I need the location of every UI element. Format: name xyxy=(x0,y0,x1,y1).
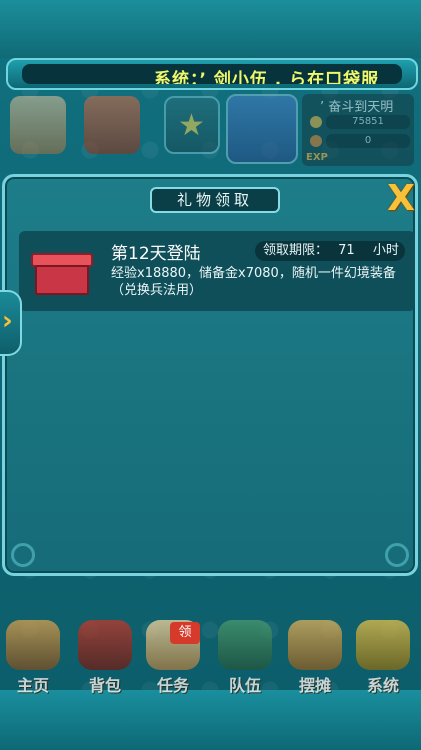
exp-label: EXP xyxy=(306,152,328,163)
deadline-value: 71 xyxy=(338,243,355,258)
corner-ornament xyxy=(385,543,409,567)
deadline-unit: 小时 xyxy=(372,243,399,258)
menu-label: 背包 xyxy=(88,676,121,695)
system-message-track: 系统：’ 剑小伍 . ら在口袋服 xyxy=(22,64,402,84)
close-button[interactable]: X xyxy=(383,181,419,217)
menu-item-stall[interactable]: 摆摊 xyxy=(284,620,346,695)
treasure-chest-icon[interactable] xyxy=(84,96,140,154)
chevron-right-icon: › xyxy=(2,306,13,336)
gold-coin-icon xyxy=(310,116,322,128)
ingot-icon xyxy=(310,135,322,147)
gold-value: 75851 xyxy=(326,115,410,129)
corner-ornament xyxy=(11,543,35,567)
top-background xyxy=(0,0,421,58)
gift-description: 经验x18880，储备金x7080，随机一件幻境装备（兑换兵法用） xyxy=(111,266,396,298)
menu-label: 摆摊 xyxy=(298,676,331,695)
home-icon xyxy=(6,620,60,670)
menu-item-home[interactable]: 主页 xyxy=(2,620,64,695)
gift-item[interactable]: 第12天登陆 领取期限： 71 小时 经验x18880，储备金x7080，随机一… xyxy=(19,231,415,311)
player-stats-panel: ’ 奋斗到天明 75851 0 EXP xyxy=(302,94,414,166)
dialog-title: 礼物领取 xyxy=(150,187,280,213)
deadline-label: 领取期限： xyxy=(263,243,329,258)
menu-label: 系统 xyxy=(366,676,399,695)
side-expand-tab[interactable]: › xyxy=(0,290,22,356)
close-icon: X xyxy=(387,178,415,219)
gear-icon xyxy=(356,620,410,670)
player-name: ’ 奋斗到天明 xyxy=(320,100,394,115)
player-avatar[interactable] xyxy=(226,94,298,164)
system-message-text: 系统：’ 剑小伍 . ら在口袋服 xyxy=(154,70,380,84)
menu-label: 队伍 xyxy=(228,676,261,695)
system-message-bar: 系统：’ 剑小伍 . ら在口袋服 xyxy=(6,58,418,90)
team-icon xyxy=(218,620,272,670)
top-hud: ★ ’ 奋斗到天明 75851 0 EXP xyxy=(0,92,421,172)
bottom-menu: 主页 背包 任务 领 队伍 摆摊 系统 xyxy=(0,620,421,695)
gift-deadline: 领取期限： 71 小时 xyxy=(255,241,405,261)
task-badge: 领 xyxy=(170,622,200,644)
menu-item-bag[interactable]: 背包 xyxy=(74,620,136,695)
stall-icon xyxy=(288,620,342,670)
menu-item-system[interactable]: 系统 xyxy=(352,620,414,695)
star-icon: ★ xyxy=(178,108,205,143)
menu-label: 任务 xyxy=(156,676,189,695)
menu-item-team[interactable]: 队伍 xyxy=(214,620,276,695)
menu-label: 主页 xyxy=(16,676,49,695)
bag-icon xyxy=(78,620,132,670)
bottom-background xyxy=(0,690,421,750)
gift-claim-dialog: 礼物领取 X 第12天登陆 领取期限： 71 小时 经验x18880，储备金x7… xyxy=(2,174,418,576)
calendar-icon[interactable] xyxy=(10,96,66,154)
gift-box-icon xyxy=(31,253,93,297)
star-slot[interactable]: ★ xyxy=(164,96,220,154)
gift-name: 第12天登陆 xyxy=(111,244,201,264)
ingot-value: 0 xyxy=(326,134,410,148)
